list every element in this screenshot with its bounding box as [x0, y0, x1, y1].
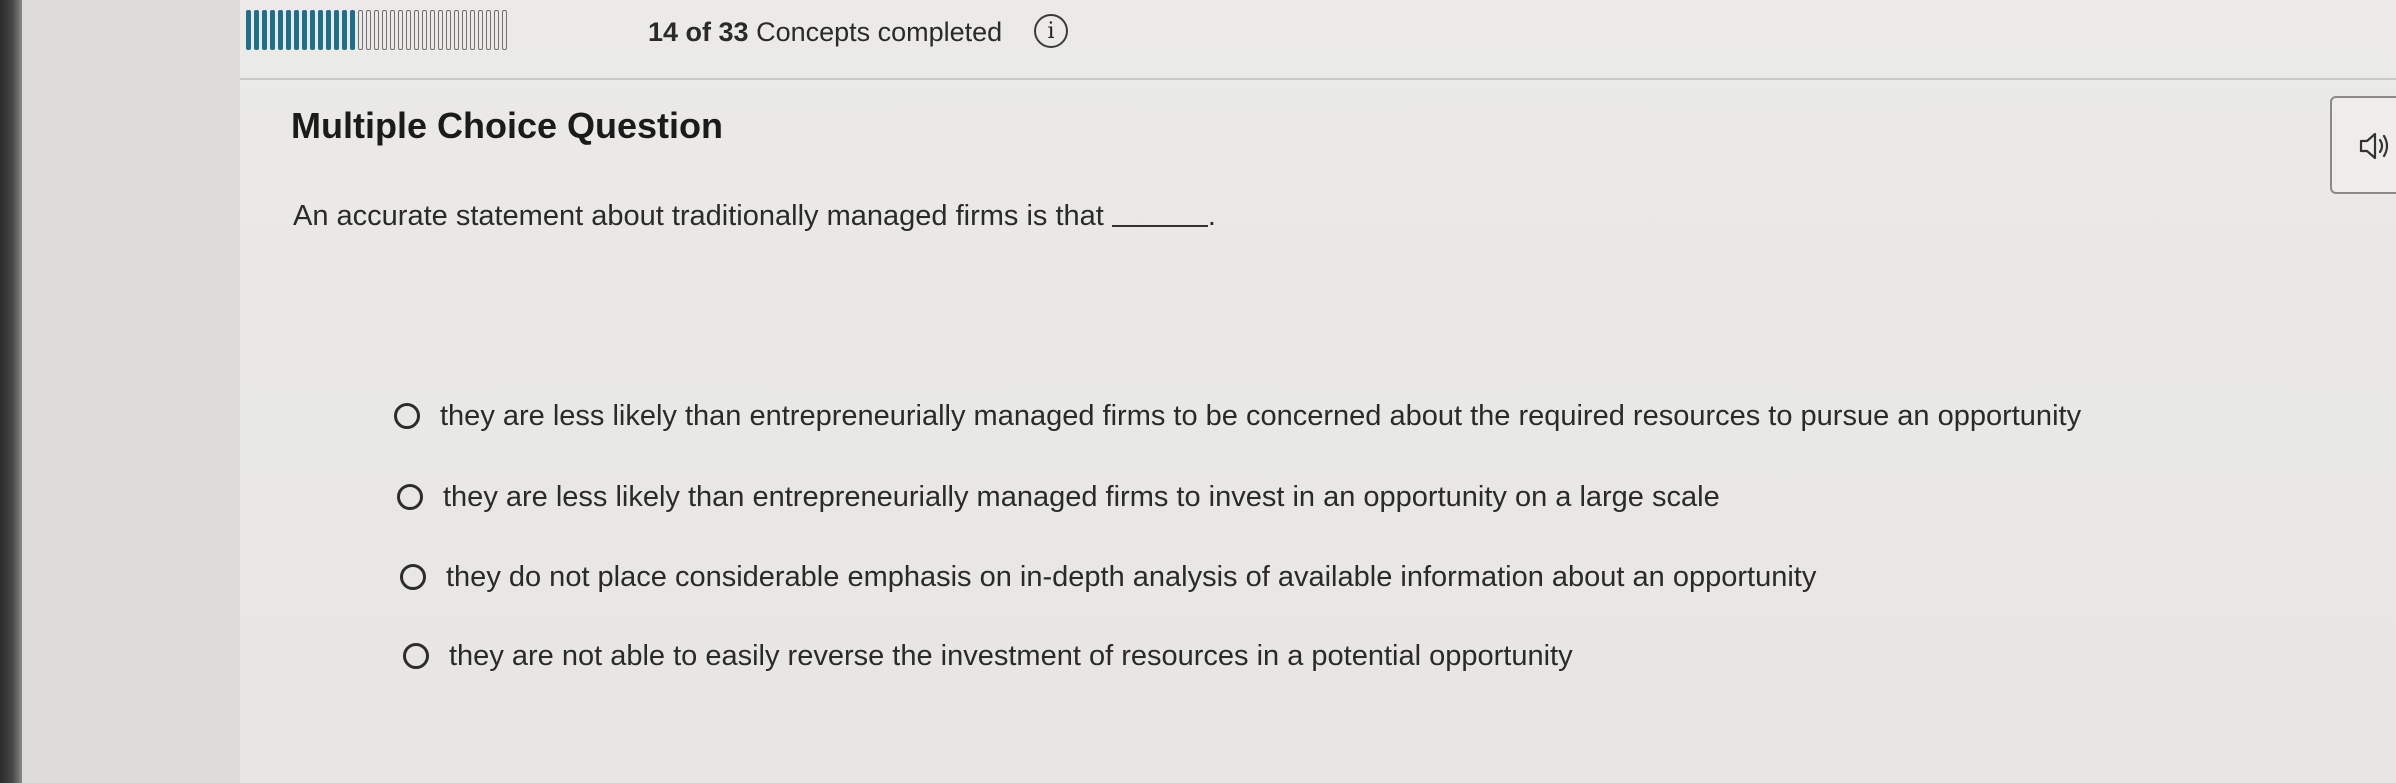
progress-suffix: Concepts completed: [748, 17, 1003, 47]
answer-option-label: they are not able to easily reverse the …: [449, 640, 1573, 672]
read-aloud-button[interactable]: [2330, 96, 2396, 194]
progress-segment-remaining: [470, 10, 475, 50]
progress-segment-remaining: [462, 10, 467, 50]
left-gutter: [22, 0, 240, 783]
answer-option-label: they are less likely than entrepreneuria…: [440, 400, 2082, 432]
progress-segment-completed: [294, 10, 299, 50]
progress-segment-completed: [326, 10, 331, 50]
progress-segment-completed: [246, 10, 251, 50]
radio-button[interactable]: [400, 564, 426, 590]
progress-segment-completed: [302, 10, 307, 50]
progress-segment-remaining: [398, 10, 403, 50]
progress-segment-remaining: [406, 10, 411, 50]
progress-segment-remaining: [422, 10, 427, 50]
progress-segment-completed: [262, 10, 267, 50]
progress-segment-remaining: [446, 10, 451, 50]
progress-text: 14 of 33 Concepts completed: [648, 14, 1002, 50]
question-type-heading: Multiple Choice Question: [291, 105, 724, 146]
progress-segment-completed: [310, 10, 315, 50]
answer-option-4[interactable]: they are not able to easily reverse the …: [403, 636, 1573, 676]
answer-option-label: they are less likely than entrepreneuria…: [443, 481, 1720, 513]
progress-segment-remaining: [414, 10, 419, 50]
progress-segment-remaining: [390, 10, 395, 50]
answer-option-3[interactable]: they do not place considerable emphasis …: [400, 557, 1816, 597]
radio-button[interactable]: [397, 484, 423, 510]
progress-segment-completed: [278, 10, 283, 50]
progress-segment-remaining: [502, 10, 507, 50]
answer-option-1[interactable]: they are less likely than entrepreneuria…: [394, 396, 2081, 436]
progress-segment-remaining: [366, 10, 371, 50]
header-divider: [240, 78, 2396, 80]
question-prompt: An accurate statement about traditionall…: [293, 196, 1216, 236]
progress-segment-completed: [318, 10, 323, 50]
answer-option-2[interactable]: they are less likely than entrepreneuria…: [397, 477, 1720, 517]
progress-count: 14 of 33: [648, 17, 749, 47]
progress-segment-remaining: [374, 10, 379, 50]
info-glyph: i: [1047, 18, 1055, 44]
progress-bar: [246, 8, 507, 52]
progress-segment-remaining: [382, 10, 387, 50]
radio-button[interactable]: [403, 643, 429, 669]
progress-segment-remaining: [358, 10, 363, 50]
speaker-icon: [2359, 132, 2389, 160]
answer-option-label: they do not place considerable emphasis …: [446, 561, 1817, 593]
progress-segment-remaining: [494, 10, 499, 50]
progress-segment-completed: [286, 10, 291, 50]
info-icon[interactable]: i: [1034, 14, 1068, 48]
progress-segment-completed: [334, 10, 339, 50]
screen-bezel: [0, 0, 22, 783]
progress-segment-remaining: [438, 10, 443, 50]
fill-in-blank: [1111, 225, 1208, 227]
progress-segment-completed: [254, 10, 259, 50]
progress-segment-remaining: [478, 10, 483, 50]
prompt-end: .: [1207, 200, 1216, 232]
progress-segment-completed: [350, 10, 355, 50]
progress-segment-remaining: [486, 10, 491, 50]
progress-segment-completed: [270, 10, 275, 50]
progress-segment-remaining: [454, 10, 459, 50]
progress-segment-remaining: [430, 10, 435, 50]
radio-button[interactable]: [394, 403, 420, 429]
progress-segment-completed: [342, 10, 347, 50]
question-text: An accurate statement about traditionall…: [293, 200, 1104, 232]
